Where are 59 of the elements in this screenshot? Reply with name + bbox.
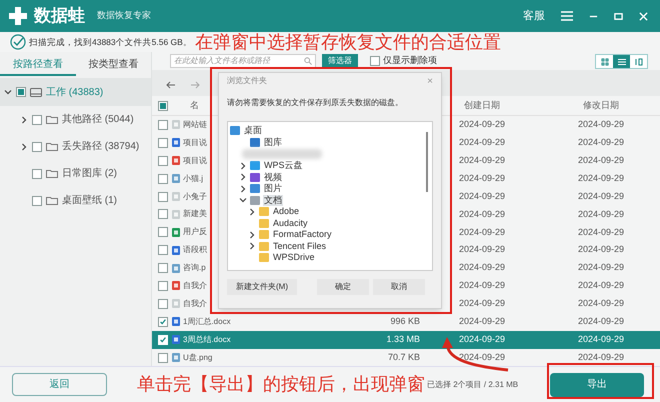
created-date: 2024-09-29 [458,154,506,165]
tree-label: 桌面壁纸 (1) [62,194,117,208]
app-name: 数据蛙 [34,5,85,28]
modified-date: 2024-09-29 [578,208,624,219]
modified-date: 2024-09-29 [578,298,624,308]
annotation-text: 单击完【导出】的按钮后，出现弹窗 [137,373,425,396]
modified-date: 2024-09-29 [578,154,624,165]
file-name: 小猫.j [183,172,203,185]
tree-label: 其他路径 (5044) [62,112,134,127]
created-date: 2024-09-29 [458,262,506,272]
file-name: 咨询.p [183,262,206,274]
created-date: 2024-09-29 [458,352,506,362]
app-subtitle: 数据恢复专家 [97,9,151,22]
file-name: 自我介 [183,280,207,292]
file-size: 70.7 KB [388,352,420,362]
scan-status: 扫描完成，找到43883个文件共5.56 GB。 [29,36,192,48]
created-date: 2024-09-29 [458,334,506,344]
modified-date: 2024-09-29 [578,137,624,148]
modified-date: 2024-09-29 [578,352,624,362]
modified-date: 2024-09-29 [578,226,624,237]
selection-summary: 已选择 2个项目 / 2.31 MB [427,378,518,390]
file-name: 语段积 [183,244,207,256]
created-date: 2024-09-29 [458,137,506,148]
annotation-text: 在弹窗中选择暂存恢复文件的合适位置 [194,32,501,52]
modified-date: 2024-09-29 [578,316,624,326]
file-name: 小兔子 [183,190,207,202]
dialog-prompt: 请勿将需要恢复的文件保存到原丢失数据的磁盘。 [227,97,404,109]
dialog-title: 浏览文件夹 [227,75,267,87]
file-name: 新建美 [183,208,207,220]
created-date: 2024-09-29 [458,244,506,254]
file-name: 用户反 [183,226,207,238]
created-date: 2024-09-29 [458,119,506,130]
checkbox-label: 仅显示删除项 [383,54,437,67]
tree-label: 工作 (43883) [46,86,104,100]
created-date: 2024-09-29 [458,316,506,326]
created-date: 2024-09-29 [458,208,506,219]
modified-date: 2024-09-29 [578,119,624,130]
file-name: 1周汇总.docx [183,316,231,328]
file-size: 996 KB [390,316,420,326]
file-name: 自我介 [183,298,207,310]
modified-date: 2024-09-29 [578,172,624,183]
file-size: 1.33 MB [386,334,420,344]
modified-date: 2024-09-29 [578,262,624,272]
tree-label: 日常图库 (2) [62,166,117,181]
file-name: 网站链 [183,118,207,131]
created-date: 2024-09-29 [458,190,506,201]
modified-date: 2024-09-29 [578,280,624,290]
created-date: 2024-09-29 [458,280,506,290]
file-name: 3周总结.docx [183,334,231,346]
file-name: U盘.png [183,352,212,364]
tree-label: 丢失路径 (38794) [62,140,140,154]
created-date: 2024-09-29 [458,226,506,237]
file-name: 项目说 [183,154,207,167]
file-name: 项目说 [183,136,207,149]
modified-date: 2024-09-29 [578,190,624,201]
created-date: 2024-09-29 [458,298,506,308]
modified-date: 2024-09-29 [578,244,624,254]
created-date: 2024-09-29 [458,172,506,183]
modified-date: 2024-09-29 [578,334,624,344]
